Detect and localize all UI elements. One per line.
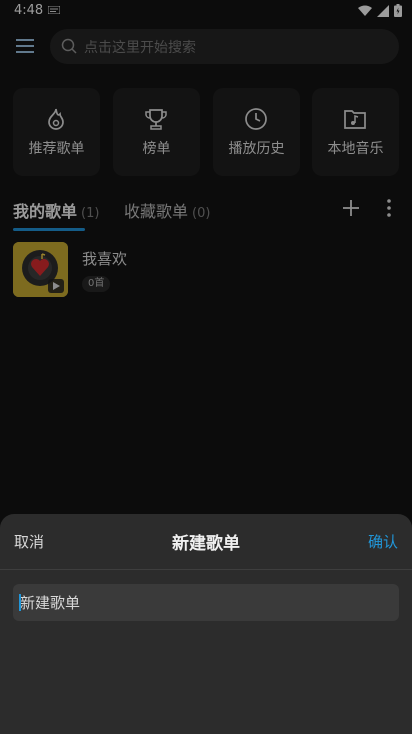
confirm-button[interactable]: 确认 <box>368 531 398 552</box>
app-screen: 4:48 点击这里开始搜索 推荐歌单 榜单 播放历史 本地音乐 我的歌单 (1)… <box>0 0 412 734</box>
cancel-button[interactable]: 取消 <box>14 531 44 552</box>
playlist-name-input[interactable] <box>13 584 399 621</box>
text-caret <box>19 594 21 611</box>
sheet-title: 新建歌单 <box>172 534 240 554</box>
new-playlist-sheet: 新建歌单 取消 确认 <box>0 514 412 734</box>
divider <box>0 569 412 570</box>
